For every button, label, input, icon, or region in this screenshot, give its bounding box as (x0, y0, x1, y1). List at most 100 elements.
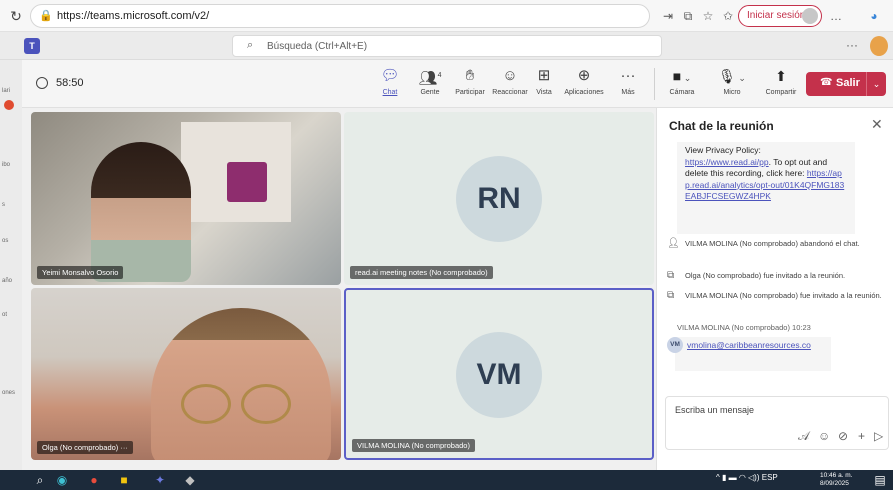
timer-icon (36, 77, 48, 89)
lock-icon: 🔒 (39, 10, 53, 22)
rail-label[interactable]: s (2, 202, 5, 208)
close-icon[interactable]: ✕ (871, 116, 883, 133)
participant-tile[interactable]: Yeimi Monsalvo Osorio (31, 112, 341, 285)
toolbar-divider (654, 68, 655, 100)
emoji-icon[interactable]: ☺ (818, 429, 830, 443)
app-icon[interactable]: ◉ (54, 472, 70, 488)
notification-icon[interactable]: ▤ (872, 472, 888, 488)
system-tray[interactable]: ^ ▮ ▬ ◠ ◁)) ESP (716, 473, 778, 482)
message-sender: VILMA MOLINA (No comprobado) 10:23 (677, 323, 811, 332)
apps-icon: ⊕ (577, 67, 591, 84)
browser-icon[interactable]: ● (86, 472, 102, 488)
chevron-down-icon[interactable]: ⌄ (866, 72, 886, 96)
invite-icon: ⧉ (667, 270, 675, 281)
email-link[interactable]: vmolina@caribbeanresources.co (687, 340, 811, 350)
profile-avatar (802, 8, 818, 24)
chat-title: Chat de la reunión (669, 119, 774, 133)
camera-icon: ■ ⌄ (672, 68, 692, 84)
avatar: VM (456, 332, 542, 418)
tab-chat[interactable]: 💬︎ Chat (368, 66, 412, 104)
video-stage: Yeimi Monsalvo Osorio RN read.ai meeting… (22, 108, 656, 470)
participant-figure (151, 308, 331, 460)
wall-decoration (227, 162, 267, 202)
meeting-timer: 58:50 (56, 77, 84, 89)
privacy-link[interactable]: https://www.read.ai/pp (685, 157, 769, 167)
more-icon: ··· (620, 67, 636, 84)
system-message: ⧉ VILMA MOLINA (No comprobado) fue invit… (667, 290, 882, 301)
address-bar[interactable]: 🔒 https://teams.microsoft.com/v2/ (30, 4, 650, 28)
view-icon: ⊞ (537, 67, 551, 84)
app-icon[interactable]: ◆ (182, 472, 198, 488)
teams-logo-icon: T (24, 38, 40, 54)
participant-name: Olga (No comprobado) ··· (37, 441, 133, 454)
glasses-right (241, 384, 291, 424)
participant-name: VILMA MOLINA (No comprobado) (352, 439, 475, 452)
glasses-left (181, 384, 231, 424)
apps-button[interactable]: ⊕ Aplicaciones (562, 66, 606, 104)
teams-icon[interactable]: ✦ (152, 472, 168, 488)
people-icon: 👥︎4 (418, 70, 442, 87)
mic-button[interactable]: 🎙︎ ⌄ Micro (712, 66, 752, 104)
send-icon[interactable]: ▷ (874, 429, 883, 443)
rail-label[interactable]: ibo (2, 162, 10, 168)
share-icon: ⬆ (775, 68, 787, 84)
teams-header: T ⌕ Búsqueda (Ctrl+Alt+E) ··· (0, 32, 893, 60)
share-button[interactable]: ⬆ Compartir (760, 66, 802, 104)
rail-label[interactable]: ones (2, 390, 15, 396)
favorites-list-icon[interactable]: ✩ (720, 8, 736, 24)
participant-tile[interactable]: Olga (No comprobado) ··· (31, 288, 341, 460)
participant-tile-active-speaker[interactable]: VM VILMA MOLINA (No comprobado) (344, 288, 654, 460)
view-button[interactable]: ⊞ Vista (522, 66, 566, 104)
browser-toolbar: ↻ 🔒 https://teams.microsoft.com/v2/ ⇥ ⧉ … (0, 0, 893, 32)
participant-tile[interactable]: RN read.ai meeting notes (No comprobado) (344, 112, 654, 285)
camera-button[interactable]: ■ ⌄ Cámara (662, 66, 702, 104)
reload-icon[interactable]: ↻ (8, 8, 24, 24)
user-avatar[interactable] (870, 36, 888, 56)
chat-panel: Chat de la reunión ✕ View Privacy Policy… (656, 108, 893, 470)
search-icon: ⌕ (247, 39, 254, 51)
rail-label[interactable]: ot (2, 312, 7, 318)
system-message: ⧉ Olga (No comprobado) fue invitado a la… (667, 270, 846, 281)
person-leave-icon: 👤︎ (667, 238, 680, 249)
rail-label[interactable]: lari (2, 88, 10, 94)
invite-icon: ⧉ (667, 290, 675, 301)
browser-menu-icon[interactable]: … (828, 8, 844, 24)
raise-hand-button[interactable]: ✋︎ Participar (448, 66, 492, 104)
url-text: https://teams.microsoft.com/v2/ (57, 10, 210, 22)
participant-name: Yeimi Monsalvo Osorio (37, 266, 124, 279)
add-icon[interactable]: + (858, 429, 865, 443)
system-message: 👤︎ VILMA MOLINA (No comprobado) abandonó… (667, 238, 860, 249)
search-placeholder: Búsqueda (Ctrl+Alt+E) (267, 41, 368, 52)
folder-icon[interactable]: ■ (116, 472, 132, 488)
microphone-icon: 🎙︎ ⌄ (718, 68, 746, 84)
phone-hangup-icon: ☎ (820, 77, 833, 88)
copilot-icon[interactable]: ◕ (866, 8, 882, 24)
format-icon[interactable]: 𝒜 (798, 429, 809, 444)
leave-button[interactable]: ☎ Salir ⌄ (806, 72, 886, 96)
avatar: VM (667, 337, 683, 353)
search-icon[interactable]: ⌕ (32, 472, 48, 488)
message-input[interactable]: Escriba un mensaje 𝒜 ☺ ⊘ + ▷ (665, 396, 889, 450)
more-button[interactable]: ··· Más (606, 66, 650, 104)
avatar: RN (456, 156, 542, 242)
left-rail: lari ibo s os año ot ones (0, 60, 22, 470)
participant-figure (91, 142, 191, 282)
signin-button[interactable]: Iniciar sesión (738, 5, 822, 27)
meeting-toolbar: 58:50 💬︎ Chat 👥︎4 Gente ✋︎ Participar ☺ … (22, 60, 893, 108)
more-options-icon[interactable]: ··· (846, 38, 858, 52)
favorite-icon[interactable]: ☆ (700, 8, 716, 24)
search-input[interactable]: ⌕ Búsqueda (Ctrl+Alt+E) (232, 35, 662, 57)
participant-name: read.ai meeting notes (No comprobado) (350, 266, 493, 279)
rail-label[interactable]: os (2, 238, 8, 244)
taskbar: ⌕ ◉ ● ■ ✦ ◆ ^ ▮ ▬ ◠ ◁)) ESP 10:46 a. m. 8… (0, 470, 893, 490)
notification-badge (4, 100, 14, 110)
extension-icon[interactable]: ⧉ (680, 8, 696, 24)
message-placeholder: Escriba un mensaje (675, 405, 755, 415)
chat-icon: 💬︎ (380, 67, 400, 84)
raise-hand-icon: ✋︎ (465, 67, 475, 84)
read-aloud-icon[interactable]: ⇥ (660, 8, 676, 24)
clock[interactable]: 10:46 a. m. 8/09/2025 (820, 472, 853, 488)
rail-label[interactable]: año (2, 278, 12, 284)
loop-icon[interactable]: ⊘ (838, 429, 848, 443)
tab-people[interactable]: 👥︎4 Gente (408, 66, 452, 104)
